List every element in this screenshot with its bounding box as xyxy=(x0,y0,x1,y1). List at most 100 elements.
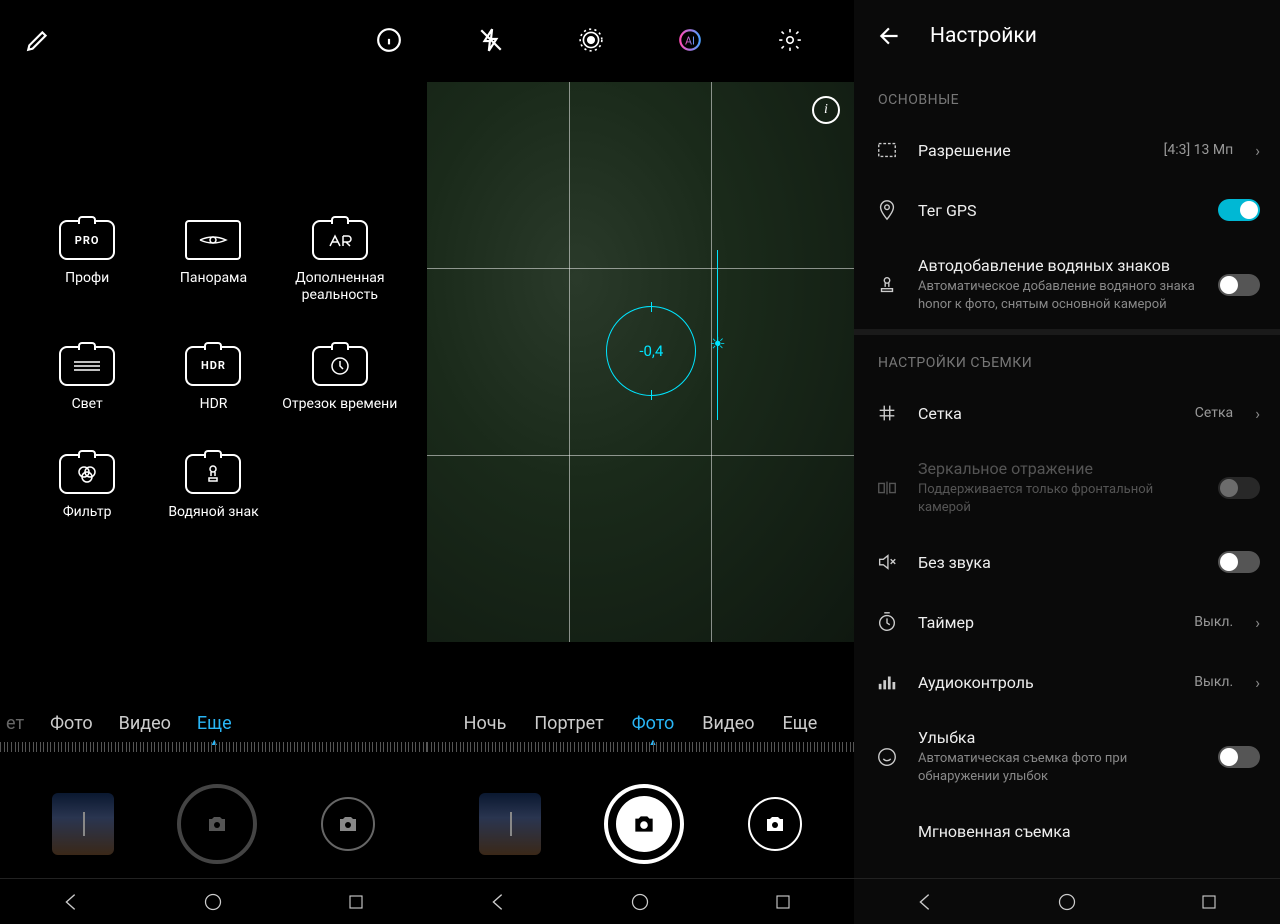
tab-more[interactable]: Еще xyxy=(783,713,818,734)
switch-camera-button[interactable] xyxy=(748,797,802,851)
grid-icon xyxy=(874,402,900,424)
gallery-thumb[interactable] xyxy=(479,793,541,855)
setting-value: Выкл. xyxy=(1194,674,1233,690)
toggle-mute[interactable] xyxy=(1218,551,1260,573)
toggle-gps[interactable] xyxy=(1218,199,1260,221)
mode-selector-mid: Ночь Портрет Фото Видео Еще xyxy=(427,713,854,734)
navbar xyxy=(0,878,427,924)
navbar xyxy=(854,878,1280,924)
edit-icon[interactable] xyxy=(18,20,58,60)
shutter-button[interactable] xyxy=(604,784,684,864)
mode-panorama[interactable]: Панорама xyxy=(150,220,276,304)
svg-text:AI: AI xyxy=(685,34,695,47)
mode-timelapse[interactable]: Отрезок времени xyxy=(277,346,403,413)
exposure-value: -0,4 xyxy=(639,342,663,360)
nav-home-icon[interactable] xyxy=(627,889,653,915)
mode-hdr[interactable]: HDR HDR xyxy=(150,346,276,413)
info-icon[interactable] xyxy=(369,20,409,60)
flash-off-icon[interactable] xyxy=(471,20,511,60)
setting-label: Тег GPS xyxy=(918,201,1200,220)
settings-gear-icon[interactable] xyxy=(770,20,810,60)
ruler xyxy=(427,742,854,756)
tab-cut[interactable]: ет xyxy=(6,713,24,734)
stamp-icon xyxy=(874,274,900,296)
nav-back-icon[interactable] xyxy=(912,889,938,915)
nav-home-icon[interactable] xyxy=(1054,889,1080,915)
bottom-controls-mid xyxy=(427,784,854,864)
setting-grid[interactable]: Сетка Сетка › xyxy=(854,383,1280,443)
location-icon xyxy=(874,199,900,221)
tab-video[interactable]: Видео xyxy=(702,713,754,734)
mirror-icon xyxy=(874,477,900,499)
nav-back-icon[interactable] xyxy=(485,889,511,915)
setting-label: Таймер xyxy=(918,613,1176,632)
chevron-right-icon: › xyxy=(1255,673,1260,692)
mode-watermark[interactable]: Водяной знак xyxy=(150,454,276,521)
setting-timer[interactable]: Таймер Выкл. › xyxy=(854,592,1280,652)
mode-label: Свет xyxy=(72,396,103,413)
setting-mute[interactable]: Без звука xyxy=(854,532,1280,592)
mode-ar[interactable]: Дополненная реальность xyxy=(277,220,403,304)
setting-label: Аудиоконтроль xyxy=(918,673,1176,692)
tab-photo[interactable]: Фото xyxy=(50,713,93,734)
nav-recent-icon[interactable] xyxy=(343,889,369,915)
tab-portrait[interactable]: Портрет xyxy=(534,713,603,734)
settings-body[interactable]: ОСНОВНЫЕ Разрешение [4:3] 13 Мп › Тег GP… xyxy=(854,72,1280,878)
setting-gps[interactable]: Тег GPS xyxy=(854,180,1280,240)
setting-sublabel: Автоматическое добавление водяного знака… xyxy=(918,278,1200,313)
toggle-mirror xyxy=(1218,477,1260,499)
mode-label: Фильтр xyxy=(63,504,112,521)
mode-selector-left: ет Фото Видео Еще xyxy=(0,713,427,734)
setting-value: [4:3] 13 Мп xyxy=(1164,142,1234,158)
nav-back-icon[interactable] xyxy=(58,889,84,915)
nav-recent-icon[interactable] xyxy=(1196,889,1222,915)
setting-value: Сетка xyxy=(1195,405,1233,421)
tab-photo[interactable]: Фото xyxy=(632,713,675,734)
mode-label: Панорама xyxy=(180,270,247,287)
chevron-right-icon: › xyxy=(1255,404,1260,423)
focus-ring[interactable]: -0,4 xyxy=(606,306,696,396)
mode-filter[interactable]: Фильтр xyxy=(24,454,150,521)
mode-label: Отрезок времени xyxy=(282,396,397,413)
smile-icon xyxy=(874,746,900,768)
mode-light[interactable]: Свет xyxy=(24,346,150,413)
setting-watermark-auto[interactable]: Автодобавление водяных знаков Автоматиче… xyxy=(854,240,1280,329)
exposure-sun-icon[interactable]: ☀ xyxy=(710,334,726,355)
ruler xyxy=(0,742,427,756)
tab-more[interactable]: Еще xyxy=(197,713,232,734)
modes-grid: PRO Профи Панорама Дополненная реальност… xyxy=(0,220,427,521)
mode-label: HDR xyxy=(200,396,228,413)
viewfinder[interactable]: i -0,4 ☀ xyxy=(427,82,854,642)
tab-video[interactable]: Видео xyxy=(119,713,171,734)
panel-settings: Настройки ОСНОВНЫЕ Разрешение [4:3] 13 М… xyxy=(854,0,1280,924)
topbar-mid: AI xyxy=(427,0,854,80)
setting-smile[interactable]: Улыбка Автоматическая съемка фото при об… xyxy=(854,712,1280,801)
setting-label: Зеркальное отражение xyxy=(918,459,1200,478)
setting-sublabel: Автоматическая съемка фото при обнаружен… xyxy=(918,750,1200,785)
toggle-watermark[interactable] xyxy=(1218,274,1260,296)
mode-label: Водяной знак xyxy=(168,504,258,521)
ai-icon[interactable]: AI xyxy=(670,20,710,60)
timer-icon xyxy=(874,611,900,633)
live-photo-icon[interactable] xyxy=(571,20,611,60)
setting-resolution[interactable]: Разрешение [4:3] 13 Мп › xyxy=(854,120,1280,180)
nav-home-icon[interactable] xyxy=(200,889,226,915)
grid-line xyxy=(569,82,570,642)
tab-night[interactable]: Ночь xyxy=(464,713,507,734)
gallery-thumb[interactable] xyxy=(52,793,114,855)
toggle-smile[interactable] xyxy=(1218,746,1260,768)
nav-recent-icon[interactable] xyxy=(770,889,796,915)
resolution-icon xyxy=(874,139,900,161)
shutter-button[interactable] xyxy=(177,784,257,864)
back-arrow-icon[interactable] xyxy=(870,16,910,56)
bottom-controls-left xyxy=(0,784,427,864)
setting-label: Улыбка xyxy=(918,728,1200,747)
setting-audio[interactable]: Аудиоконтроль Выкл. › xyxy=(854,652,1280,712)
mode-label: Профи xyxy=(65,270,109,287)
mode-label: Дополненная реальность xyxy=(280,270,400,304)
mode-pro[interactable]: PRO Профи xyxy=(24,220,150,304)
viewfinder-info-icon[interactable]: i xyxy=(812,96,840,124)
setting-instant[interactable]: Мгновенная съемка xyxy=(854,801,1280,861)
switch-camera-button[interactable] xyxy=(321,797,375,851)
pro-badge: PRO xyxy=(75,234,100,247)
